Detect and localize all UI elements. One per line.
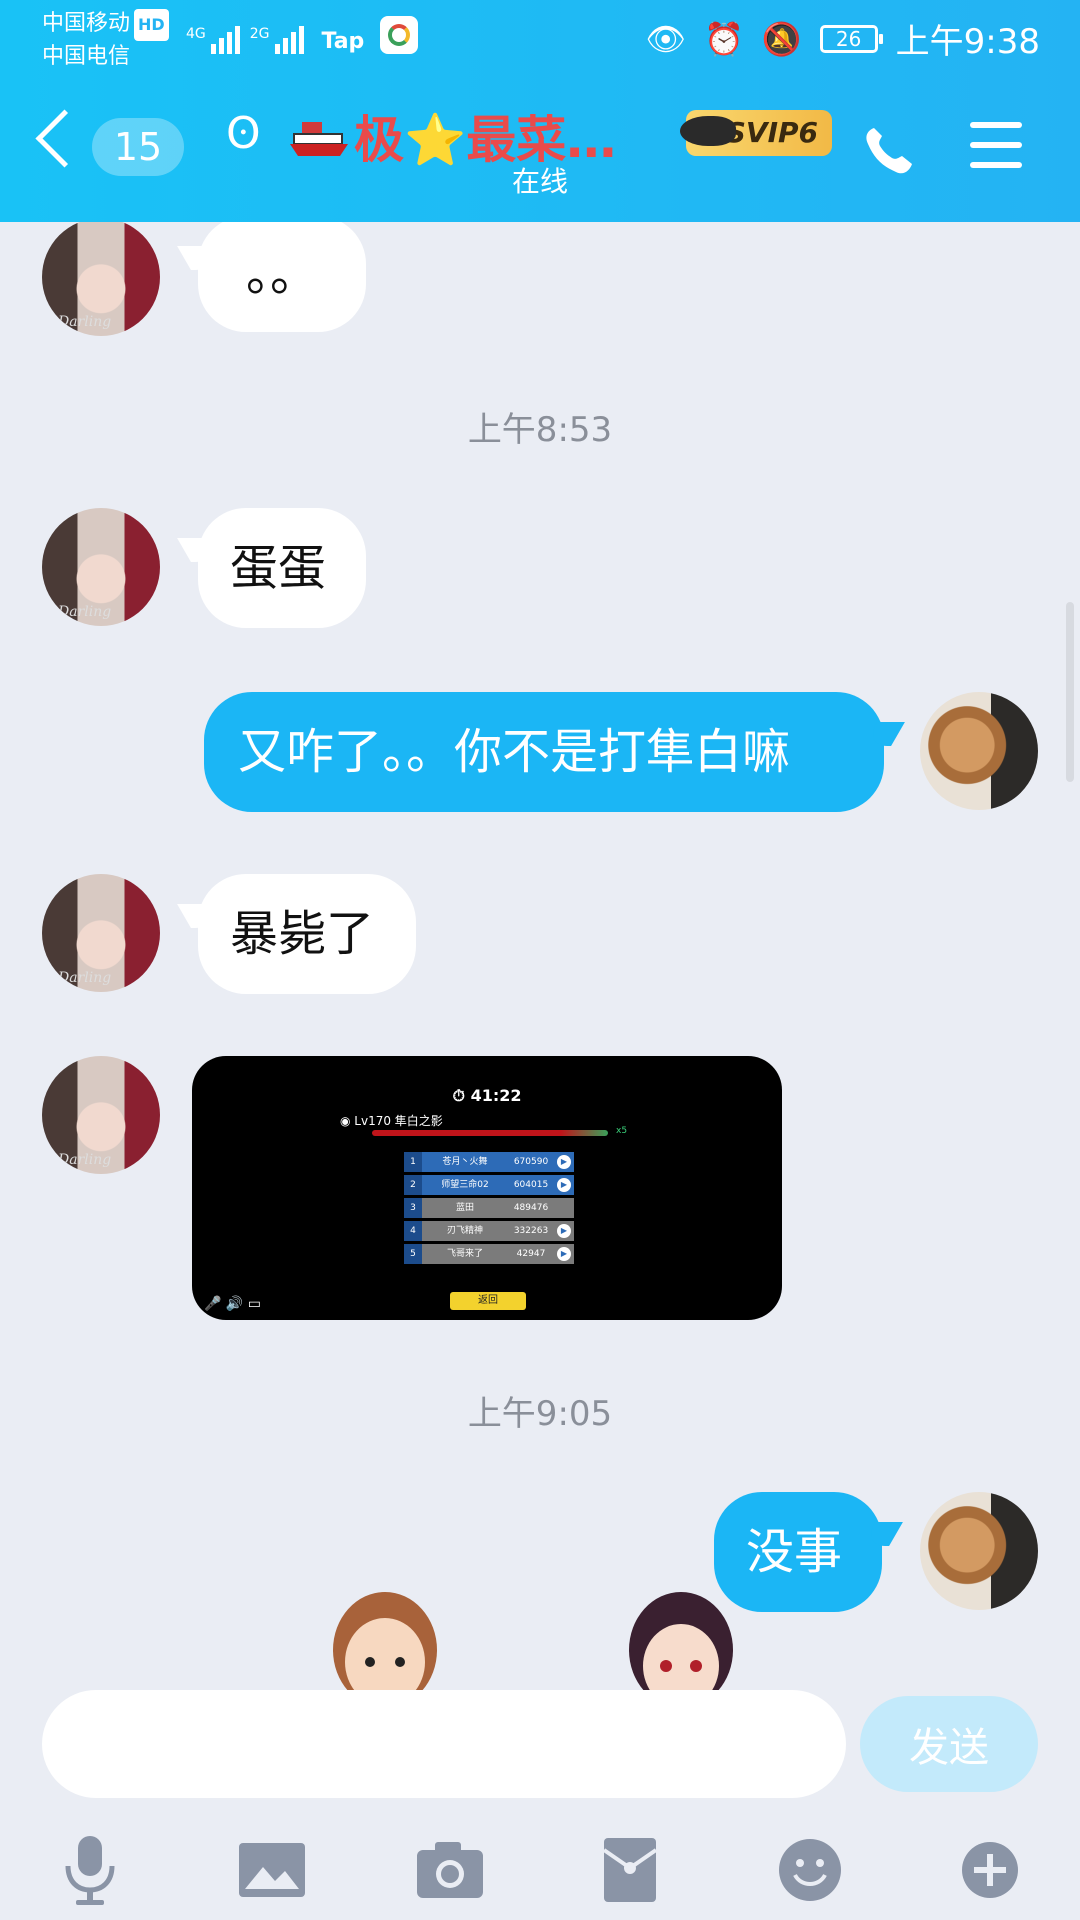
game-return-button: 返回 <box>450 1292 526 1310</box>
plus-icon[interactable] <box>950 1830 1030 1910</box>
signal-icon: 2G <box>250 26 304 54</box>
image-icon[interactable] <box>232 1830 312 1910</box>
network-label-1: 4G <box>186 26 206 42</box>
play-icon: ▶ <box>557 1155 571 1169</box>
contact-avatar[interactable] <box>42 1056 160 1174</box>
score: 332263 <box>513 1226 549 1236</box>
score: 489476 <box>513 1203 549 1213</box>
header-bar: 中国移动 HD 中国电信 4G 2G Tap 👁 ⏰ 🔕 26 上午9:38 15… <box>0 0 1080 222</box>
signal-icon: 4G <box>186 26 240 54</box>
mute-icon: 🔕 <box>761 19 802 58</box>
game-player: ◉ Lv170 隼白之影 <box>340 1114 443 1128</box>
play-icon: ▶ <box>557 1247 571 1261</box>
rank: 3 <box>404 1198 422 1218</box>
player-name: 刃飞精神 <box>446 1226 483 1236</box>
message-text: 。。 <box>245 246 318 302</box>
game-timer: ⏱ 41:22 <box>452 1086 522 1105</box>
leaderboard-row: 3 蓝田 489476 <box>404 1198 574 1218</box>
svip-badge[interactable]: SVIP6 <box>680 110 832 156</box>
contact-avatar[interactable] <box>42 874 160 992</box>
game-controls-icons: 🎤 🔊 ▭ <box>204 1296 261 1312</box>
alarm-icon: ⏰ <box>703 19 744 58</box>
outgoing-message-bubble[interactable]: 又咋了。。你不是打隼白嘛 <box>204 692 884 812</box>
send-button[interactable]: 发送 <box>860 1696 1038 1792</box>
game-health-bar <box>372 1130 608 1136</box>
game-leaderboard: 1 苍月丶火舞 670590 ▶ 2 师望三命02 604015 ▶ 3 蓝田 489476 4… <box>404 1152 574 1267</box>
play-icon: ▶ <box>557 1224 571 1238</box>
leaderboard-row: 2 师望三命02 604015 ▶ <box>404 1175 574 1195</box>
clock: 上午9:38 <box>895 22 1040 62</box>
timestamp: 上午9:05 <box>467 1394 613 1434</box>
score: 604015 <box>513 1180 549 1190</box>
status-right: 👁 ⏰ 🔕 26 上午9:38 <box>645 14 1040 63</box>
player-name: 飞哥来了 <box>446 1249 483 1259</box>
player-name: 蓝田 <box>455 1203 474 1213</box>
incoming-message-bubble[interactable]: 蛋蛋 <box>198 508 366 628</box>
hd-badge: HD <box>134 9 169 41</box>
input-area: 发送 <box>0 1690 1080 1920</box>
online-status: 在线 <box>511 165 568 198</box>
phone-icon[interactable] <box>860 122 916 178</box>
score: 42947 <box>516 1249 546 1259</box>
input-toolbar <box>0 1830 1080 1910</box>
my-avatar[interactable] <box>920 1492 1038 1610</box>
boy-sticker-icon[interactable] <box>626 1590 736 1690</box>
red-packet-icon[interactable] <box>590 1830 670 1910</box>
player-name: 师望三命02 <box>441 1180 489 1190</box>
carrier-info: 中国移动 HD 中国电信 <box>42 8 169 73</box>
outgoing-message-bubble[interactable]: 没事 <box>714 1492 882 1612</box>
contact-avatar[interactable] <box>42 508 160 626</box>
timestamp: 上午8:53 <box>467 410 613 450</box>
score: 670590 <box>513 1157 549 1167</box>
tap-label: Tap <box>321 29 365 54</box>
rank: 1 <box>404 1152 422 1172</box>
game-timer-value: 41:22 <box>470 1086 522 1105</box>
game-multiplier: x5 <box>616 1126 628 1136</box>
girl-sticker-icon[interactable] <box>330 1590 440 1690</box>
message-text: 暴毙了 <box>230 906 375 962</box>
network-label-2: 2G <box>249 26 270 42</box>
message-input[interactable] <box>42 1690 846 1798</box>
emoji-icon[interactable] <box>770 1830 850 1910</box>
play-icon: ▶ <box>557 1178 571 1192</box>
eye-icon: 👁 <box>645 19 686 58</box>
incoming-message-bubble[interactable]: 。。 <box>198 222 366 332</box>
menu-icon[interactable] <box>970 122 1022 168</box>
game-screenshot-message[interactable]: ⏱ 41:22 ◉ Lv170 隼白之影 x5 1 苍月丶火舞 670590 ▶ 2 师… <box>192 1056 782 1320</box>
leaderboard-row: 5 飞哥来了 42947 ▶ <box>404 1244 574 1264</box>
carrier-1: 中国移动 <box>42 11 131 36</box>
leaderboard-row: 1 苍月丶火舞 670590 ▶ <box>404 1152 574 1172</box>
message-list[interactable]: 。。 上午8:53 蛋蛋 又咋了。。你不是打隼白嘛 暴毙了 ⏱ 41:22 ◉ … <box>0 222 1080 1690</box>
my-avatar[interactable] <box>920 692 1038 810</box>
player-name: 苍月丶火舞 <box>442 1157 488 1167</box>
message-text: 没事 <box>746 1524 843 1580</box>
leaderboard-row: 4 刃飞精神 332263 ▶ <box>404 1221 574 1241</box>
message-text: 又咋了。。你不是打隼白嘛 <box>238 724 791 780</box>
scrollbar[interactable] <box>1066 602 1074 782</box>
microphone-icon[interactable] <box>50 1830 130 1910</box>
camera-icon[interactable] <box>410 1830 490 1910</box>
back-icon[interactable] <box>35 109 94 168</box>
rank: 4 <box>404 1221 422 1241</box>
rank: 5 <box>404 1244 422 1264</box>
app-notification-icon <box>380 16 419 54</box>
incoming-message-bubble[interactable]: 暴毙了 <box>198 874 416 994</box>
message-text: 蛋蛋 <box>230 540 327 596</box>
rank: 2 <box>404 1175 422 1195</box>
carrier-2: 中国电信 <box>42 44 131 69</box>
battery-icon: 26 <box>819 24 883 53</box>
signal-indicators: 4G 2G Tap <box>186 14 419 54</box>
game-player-name: Lv170 隼白之影 <box>354 1114 443 1128</box>
contact-avatar[interactable] <box>42 222 160 336</box>
ear-icon[interactable]: ʘ <box>226 108 261 159</box>
